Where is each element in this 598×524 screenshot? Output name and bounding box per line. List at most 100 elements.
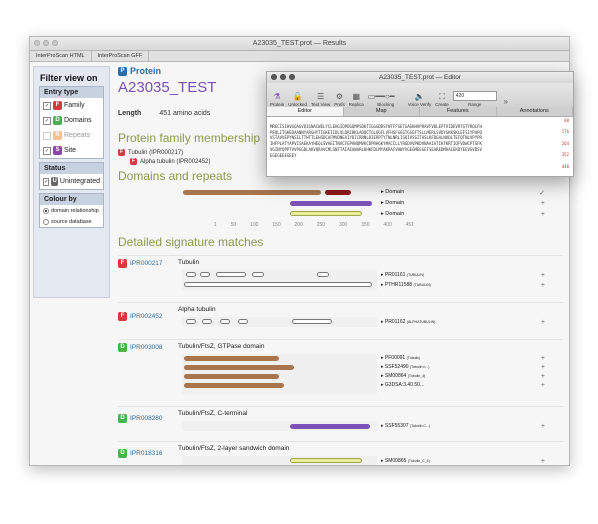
toolbar-protein[interactable]: ⚗ Protein [270,92,284,107]
signature-id[interactable]: F IPR002452 [118,312,178,321]
domain-bar[interactable] [184,374,279,379]
tab-editor[interactable]: Editor [267,107,344,116]
filter-site[interactable]: ✓ S Site [40,143,103,158]
expand-icon[interactable]: + [541,211,545,218]
motif-bar[interactable] [292,319,332,324]
signature-id[interactable]: D IPR008280 [118,414,178,423]
checkbox[interactable] [43,131,51,140]
family-label[interactable]: Alpha tubulin (IPR002452) [140,159,210,165]
create-icon: ⛶ [439,92,445,101]
tab-annotations[interactable]: Annotations [497,107,573,116]
sequence-view[interactable]: 88 MRECISIHVGQAGVQIGNACWELYCLEHGIQPDGQMPS… [267,117,573,169]
ref-id: PTHR11588 [384,282,413,288]
expand-icon[interactable]: + [541,382,545,389]
close-button[interactable] [34,40,40,46]
filter-domains[interactable]: ✓ D Domains [40,113,103,128]
colour-domain-relationship[interactable]: domain relationship [40,205,103,216]
blocking-slider-icon[interactable]: ▭━━○━ [368,92,404,101]
family-label[interactable]: Tubulin (IPR000217) [128,150,183,156]
close-button[interactable] [271,74,277,80]
zoom-button[interactable] [52,40,58,46]
motif-bar[interactable] [200,272,210,277]
motif-bar[interactable] [238,319,248,324]
tab-map[interactable]: Map [344,107,420,116]
expand-icon[interactable]: + [541,282,545,289]
toolbar-overflow[interactable]: » [501,97,511,107]
toolbar-range[interactable]: 420 Range [452,91,497,107]
expand-icon[interactable]: + [541,458,545,465]
expand-icon[interactable]: ✓ [539,189,545,197]
window-controls[interactable] [271,74,295,80]
signature-id[interactable]: D IPR018316 [118,449,178,458]
domain-bar[interactable] [290,424,370,429]
domain-bar[interactable] [184,365,294,370]
toolbar-create[interactable]: ⛶ Create [435,92,449,107]
signature-ref[interactable]: ▸ PTHR11588 (TUBULIN) [381,282,431,288]
signature-id-label[interactable]: IPR018316 [130,450,163,457]
checkbox[interactable]: ✓ [43,101,51,110]
signature-ref[interactable]: ▸ SM00864 (Tubulin_4) [381,373,425,379]
signature-ref[interactable]: ▸ PR01161 (TUBULIN) [381,272,424,278]
signature-ref[interactable]: ▸ SSF55307 (Tubulin C...) [381,423,430,429]
expand-icon[interactable]: + [541,423,545,430]
checkbox[interactable]: ✓ [43,116,51,125]
expand-icon[interactable]: + [541,200,545,207]
range-input[interactable]: 420 [452,91,497,101]
toolbar-unlocked[interactable]: 🔓 Unlocked [288,92,307,107]
tab-features[interactable]: Features [420,107,497,116]
expand-icon[interactable]: + [541,373,545,380]
minimize-button[interactable] [280,74,286,80]
signature-track [182,317,377,327]
motif-bar[interactable] [252,272,264,277]
signature-id[interactable]: D IPR003008 [118,343,178,352]
checkbox[interactable]: ✓ [43,146,51,155]
signature-id-label[interactable]: IPR008280 [130,415,163,422]
domain-bar[interactable] [184,356,279,361]
expand-icon[interactable]: + [541,364,545,371]
family-bar[interactable] [184,282,372,287]
signature-id-label[interactable]: IPR000217 [130,260,163,267]
motif-bar[interactable] [220,319,230,324]
toolbar-blocking[interactable]: ▭━━○━ Blocking [368,92,404,107]
signature-id[interactable]: F IPR000217 [118,259,178,268]
domain-bar[interactable] [325,190,351,195]
signature-ref[interactable]: ▸ PR01162 (ALPHATUBULIN) [381,319,435,325]
domain-bar[interactable] [184,383,284,388]
expand-icon[interactable]: + [541,355,545,362]
motif-bar[interactable] [186,319,196,324]
tab-interproscan-gff[interactable]: InterProScan GFF [92,51,150,61]
signature-ref[interactable]: ▸ G3DSA:3.40.50... [381,382,424,388]
radio[interactable] [43,218,49,225]
checkbox[interactable]: ✓ [43,177,50,186]
filter-unintegrated[interactable]: ✓ U Unintegrated [40,174,103,189]
expand-icon[interactable]: + [541,319,545,326]
colour-source-database[interactable]: source database [40,216,103,227]
domain-bar[interactable] [290,201,372,206]
toolbar-voice-verify[interactable]: 🔈 Voice Verify [408,92,432,107]
toolbar-text-view[interactable]: ☰ Text View [311,92,330,107]
radio[interactable] [43,207,49,214]
zoom-button[interactable] [289,74,295,80]
domain-bar[interactable] [290,211,362,216]
tab-interproscan-html[interactable]: InterProScan HTML [30,51,92,61]
motif-bar[interactable] [202,319,212,324]
domain-bar[interactable] [290,458,362,463]
window-controls[interactable] [34,40,58,46]
speaker-icon: 🔈 [414,92,425,101]
motif-bar[interactable] [186,272,196,277]
filter-family[interactable]: ✓ F Family [40,98,103,113]
toolbar-replica[interactable]: ▦ Replica [349,92,364,107]
toolbar-prefs[interactable]: ⚙ Prefs [334,92,345,107]
ref-tag: (TUBULIN) [413,283,431,287]
signature-ref[interactable]: ▸ PF00091 (Tubulin) [381,355,420,361]
motif-bar[interactable] [216,272,246,277]
signature-ref[interactable]: ▸ SM00865 (Tubulin_C_4) [381,458,430,464]
signature-id-label[interactable]: IPR003008 [130,344,163,351]
domain-bar[interactable] [183,190,321,195]
signature-ref[interactable]: ▸ SSF52490 (Tubulin n...) [381,364,429,370]
minimize-button[interactable] [43,40,49,46]
signature-id-label[interactable]: IPR002452 [130,313,163,320]
motif-bar[interactable] [317,272,329,277]
expand-icon[interactable]: + [541,272,545,279]
filter-repeats[interactable]: R Repeats [40,128,103,143]
